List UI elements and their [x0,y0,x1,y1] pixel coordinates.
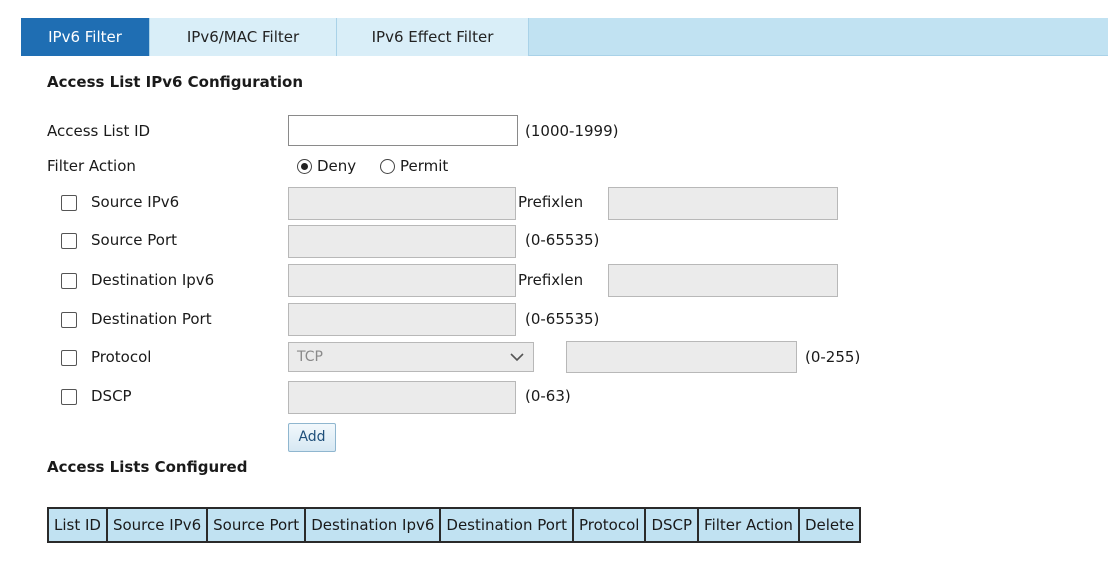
protocol-checkbox[interactable] [61,350,77,366]
column-header-protocol: Protocol [571,507,647,543]
add-button[interactable]: Add [288,423,336,452]
protocol-number-input[interactable] [566,341,797,373]
column-header-destination-port: Destination Port [439,507,574,543]
tab-bar: IPv6 Filter IPv6/MAC Filter IPv6 Effect … [21,18,1108,56]
source-ipv6-input[interactable] [288,187,516,220]
destination-port-hint: (0-65535) [525,310,600,328]
column-header-dscp: DSCP [644,507,700,543]
table-header-row: List ID Source IPv6 Source Port Destinat… [47,507,862,543]
source-prefixlen-input[interactable] [608,187,838,220]
source-port-checkbox[interactable] [61,233,77,249]
protocol-hint: (0-255) [805,348,861,366]
source-ipv6-checkbox[interactable] [61,195,77,211]
config-section-title: Access List IPv6 Configuration [47,73,304,91]
source-port-hint: (0-65535) [525,231,600,249]
source-port-label: Source Port [91,231,178,249]
destination-prefixlen-label: Prefixlen [518,271,584,289]
source-port-input[interactable] [288,225,516,258]
dscp-label: DSCP [91,387,132,405]
column-header-list-id: List ID [47,507,108,543]
dscp-checkbox[interactable] [61,389,77,405]
access-list-id-hint: (1000-1999) [525,122,619,140]
tab-ipv6-filter[interactable]: IPv6 Filter [21,18,150,56]
destination-ipv6-label: Destination Ipv6 [91,271,215,289]
column-header-delete: Delete [797,507,862,543]
destination-port-input[interactable] [288,303,516,336]
protocol-select[interactable]: TCP [288,342,534,372]
protocol-selected-value: TCP [297,349,323,365]
lists-section-title: Access Lists Configured [47,458,248,476]
column-header-source-port: Source Port [206,507,307,543]
chevron-down-icon [510,353,524,362]
column-header-source-ipv6: Source IPv6 [105,507,209,543]
permit-radio[interactable] [380,159,395,174]
destination-ipv6-input[interactable] [288,264,516,297]
access-list-id-input[interactable] [288,115,518,146]
protocol-label: Protocol [91,348,152,366]
deny-radio[interactable] [297,159,312,174]
column-header-filter-action: Filter Action [697,507,800,543]
permit-radio-label: Permit [400,157,449,175]
access-list-id-label: Access List ID [47,122,151,140]
filter-action-label: Filter Action [47,157,136,175]
destination-prefixlen-input[interactable] [608,264,838,297]
dscp-input[interactable] [288,381,516,414]
tab-ipv6-mac-filter[interactable]: IPv6/MAC Filter [150,18,337,56]
column-header-destination-ipv6: Destination Ipv6 [304,507,442,543]
deny-radio-label: Deny [317,157,357,175]
source-ipv6-label: Source IPv6 [91,193,180,211]
destination-port-label: Destination Port [91,310,212,328]
access-lists-table: List ID Source IPv6 Source Port Destinat… [47,507,862,543]
destination-ipv6-checkbox[interactable] [61,273,77,289]
source-prefixlen-label: Prefixlen [518,193,584,211]
tab-ipv6-effect-filter[interactable]: IPv6 Effect Filter [337,18,529,56]
destination-port-checkbox[interactable] [61,312,77,328]
dscp-hint: (0-63) [525,387,571,405]
